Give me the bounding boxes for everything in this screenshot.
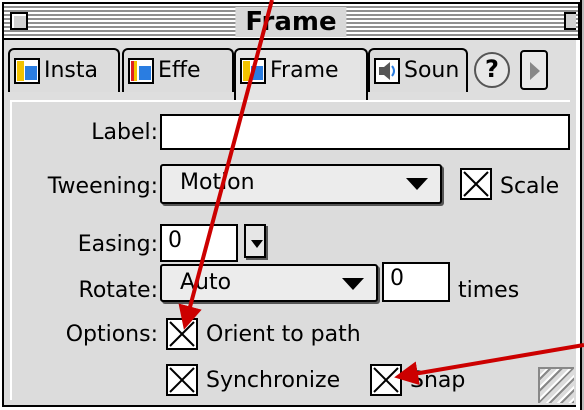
tab-effect-label: Effe <box>158 58 201 83</box>
tab-frame-label: Frame <box>270 58 339 83</box>
easing-input[interactable]: 0 <box>160 224 238 262</box>
snap-checkbox[interactable] <box>370 364 402 396</box>
resize-grip-icon[interactable] <box>538 367 574 403</box>
window-title: Frame <box>235 7 347 37</box>
easing-label: Easing: <box>77 232 158 257</box>
tab-instance[interactable]: Insta <box>8 48 120 92</box>
checkbox-x-icon <box>463 171 489 197</box>
easing-slider-button[interactable] <box>244 224 266 258</box>
checkbox-x-icon <box>169 367 195 393</box>
easing-arrow-icon <box>251 240 263 248</box>
times-label: times <box>458 278 520 303</box>
tab-frame[interactable]: Frame <box>234 48 368 100</box>
popup-arrow-icon <box>406 178 428 190</box>
frame-properties-panel: Label: Tweening: Motion Scale Easing: 0 <box>2 100 576 407</box>
tweening-value: Motion <box>180 170 255 195</box>
close-box[interactable] <box>10 12 28 30</box>
label-label: Label: <box>91 120 158 145</box>
snap-label: Snap <box>410 368 466 393</box>
adjacent-window-edge <box>580 0 584 410</box>
tab-row: Insta Effe Frame Soun ? <box>2 40 576 100</box>
help-button[interactable]: ? <box>474 52 510 88</box>
checkbox-x-icon <box>169 321 195 347</box>
tab-sound-label: Soun <box>404 58 460 83</box>
panel-content: Label: Tweening: Motion Scale Easing: 0 <box>10 100 570 400</box>
scale-label: Scale <box>500 174 560 199</box>
tab-scroll-right-button[interactable] <box>520 50 548 90</box>
frame-panel-window: Frame Insta Effe Frame Soun ? Label: Twe… <box>0 0 584 410</box>
times-input[interactable]: 0 <box>382 262 450 302</box>
rotate-value: Auto <box>180 270 232 295</box>
checkbox-x-icon <box>373 367 399 393</box>
rotate-label: Rotate: <box>78 278 158 303</box>
synchronize-label: Synchronize <box>206 368 341 393</box>
tab-sound[interactable]: Soun <box>368 48 468 92</box>
popup-arrow-icon <box>342 278 364 290</box>
synchronize-checkbox[interactable] <box>166 364 198 396</box>
scale-checkbox[interactable] <box>460 168 492 200</box>
tab-effect[interactable]: Effe <box>122 48 234 92</box>
sound-icon <box>374 58 400 84</box>
label-input[interactable] <box>160 114 570 150</box>
orient-to-path-checkbox[interactable] <box>166 318 198 350</box>
effect-icon <box>128 58 154 84</box>
tab-instance-label: Insta <box>44 58 99 83</box>
tweening-label: Tweening: <box>47 174 158 199</box>
tweening-popup[interactable]: Motion <box>160 164 442 204</box>
title-bar[interactable]: Frame <box>2 2 580 40</box>
orient-to-path-label: Orient to path <box>206 322 361 347</box>
instance-icon <box>14 58 40 84</box>
collapse-box[interactable] <box>564 12 576 30</box>
options-label: Options: <box>65 322 158 347</box>
rotate-popup[interactable]: Auto <box>160 264 378 302</box>
frame-icon <box>240 58 266 84</box>
